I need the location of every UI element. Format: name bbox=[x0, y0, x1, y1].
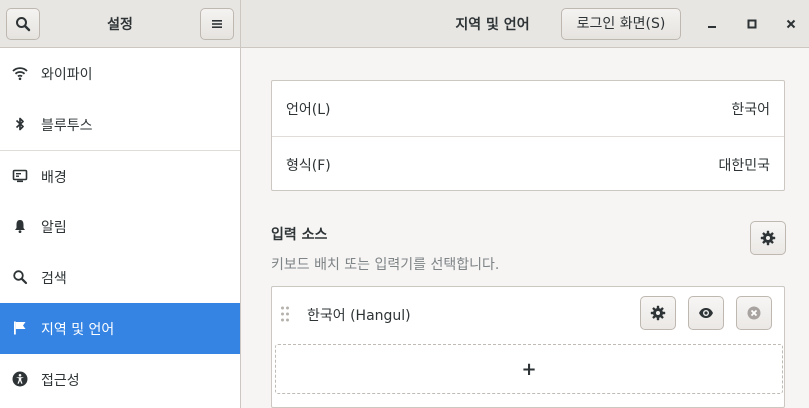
sidebar-item-label: 와이파이 bbox=[41, 67, 93, 83]
input-source-preview-button[interactable] bbox=[688, 296, 724, 330]
sidebar-item-label: 검색 bbox=[41, 271, 67, 287]
minimize-button[interactable] bbox=[702, 14, 722, 34]
background-icon bbox=[12, 168, 28, 184]
sidebar-item-search[interactable]: 검색 bbox=[0, 252, 240, 303]
input-sources-list: 한국어 (Hangul) + bbox=[271, 286, 785, 408]
remove-icon bbox=[747, 306, 761, 320]
sidebar: 와이파이 블루투스 배경 알림 검색 지역 및 언어 접근성 bbox=[0, 48, 241, 408]
input-source-settings-button[interactable] bbox=[640, 296, 676, 330]
format-row[interactable]: 형식(F) 대한민국 bbox=[272, 136, 784, 191]
sidebar-item-label: 접근성 bbox=[41, 373, 80, 389]
sidebar-item-background[interactable]: 배경 bbox=[0, 150, 240, 201]
login-screen-button[interactable]: 로그인 화면(S) bbox=[561, 8, 681, 40]
input-sources-description: 키보드 배치 또는 입력기를 선택합니다. bbox=[271, 257, 500, 273]
format-value: 대한민국 bbox=[718, 158, 770, 174]
page-title: 지역 및 언어 bbox=[455, 17, 530, 33]
maximize-icon bbox=[747, 19, 757, 29]
drag-handle-icon[interactable] bbox=[280, 305, 290, 323]
input-sources-heading: 입력 소스 bbox=[271, 227, 328, 243]
main-content: 언어(L) 한국어 형식(F) 대한민국 입력 소스 키보드 배치 또는 입력기… bbox=[242, 48, 809, 408]
header-bar: 설정 지역 및 언어 로그인 화면(S) bbox=[0, 0, 809, 48]
sidebar-header: 설정 bbox=[0, 0, 241, 47]
minimize-icon bbox=[708, 26, 716, 28]
sidebar-title: 설정 bbox=[107, 17, 133, 33]
language-value: 한국어 bbox=[731, 102, 770, 118]
flag-icon bbox=[12, 320, 28, 336]
sidebar-item-label: 알림 bbox=[41, 220, 67, 236]
input-source-name: 한국어 (Hangul) bbox=[307, 308, 411, 324]
sidebar-item-label: 배경 bbox=[41, 170, 67, 186]
close-button[interactable] bbox=[781, 14, 801, 34]
hamburger-menu-icon bbox=[212, 20, 222, 28]
bluetooth-icon bbox=[12, 116, 28, 132]
sidebar-item-label: 지역 및 언어 bbox=[41, 322, 115, 338]
sidebar-item-bluetooth[interactable]: 블루투스 bbox=[0, 99, 240, 150]
search-button[interactable] bbox=[6, 8, 40, 40]
close-icon bbox=[786, 19, 796, 29]
sidebar-item-accessibility[interactable]: 접근성 bbox=[0, 354, 240, 405]
search-icon bbox=[16, 17, 31, 32]
bell-icon bbox=[12, 218, 28, 234]
accessibility-icon bbox=[12, 371, 28, 387]
wifi-icon bbox=[12, 65, 28, 81]
maximize-button[interactable] bbox=[742, 14, 762, 34]
sidebar-item-wifi[interactable]: 와이파이 bbox=[0, 48, 240, 99]
language-label: 언어(L) bbox=[286, 102, 331, 118]
format-label: 형식(F) bbox=[286, 158, 331, 174]
gear-icon bbox=[760, 230, 776, 246]
menu-button[interactable] bbox=[200, 8, 234, 40]
input-source-remove-button[interactable] bbox=[736, 296, 772, 330]
sidebar-item-region-language[interactable]: 지역 및 언어 bbox=[0, 303, 240, 354]
sidebar-item-label: 블루투스 bbox=[41, 118, 93, 134]
sidebar-item-notifications[interactable]: 알림 bbox=[0, 201, 240, 252]
search-icon bbox=[12, 269, 28, 285]
input-source-row: 한국어 (Hangul) bbox=[272, 287, 784, 340]
language-format-list: 언어(L) 한국어 형식(F) 대한민국 bbox=[271, 80, 785, 191]
gear-icon bbox=[650, 305, 666, 321]
eye-icon bbox=[699, 308, 713, 318]
input-sources-options-button[interactable] bbox=[750, 221, 786, 255]
language-row[interactable]: 언어(L) 한국어 bbox=[272, 81, 784, 136]
add-input-source-button[interactable]: + bbox=[275, 344, 783, 394]
